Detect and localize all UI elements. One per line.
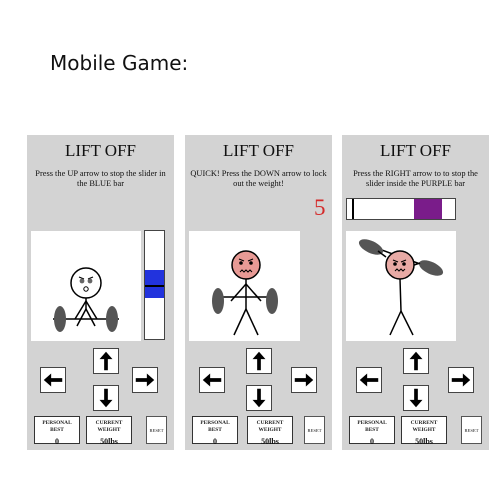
game-title: LIFT OFF: [64, 141, 136, 160]
horizontal-slider-track: [346, 198, 456, 220]
slider-marker: [352, 199, 354, 219]
personal-best-box: PERSONAL BEST 0: [349, 416, 395, 446]
countdown-timer: 5: [314, 195, 326, 220]
down-arrow-button[interactable]: [403, 385, 429, 411]
personal-best-value: 0: [213, 437, 217, 446]
personal-best-box: PERSONAL BEST 0: [192, 416, 238, 446]
current-weight-label: CURRENT WEIGHT: [256, 420, 284, 433]
reset-button[interactable]: RESET: [146, 416, 167, 444]
personal-best-value: 0: [55, 437, 59, 446]
right-arrow-button[interactable]: [448, 367, 474, 393]
right-arrow-button[interactable]: [132, 367, 158, 393]
slider-marker: [145, 285, 164, 287]
lifter-stage: [189, 231, 300, 341]
up-arrow-button[interactable]: [403, 348, 429, 374]
up-arrow-button[interactable]: [93, 348, 119, 374]
current-weight-value: 50lbs: [415, 437, 433, 446]
personal-best-box: PERSONAL BEST 0: [34, 416, 80, 446]
current-weight-label: CURRENT WEIGHT: [95, 420, 123, 433]
personal-best-label: PERSONAL BEST: [200, 420, 230, 433]
left-arrow-icon: [359, 373, 379, 387]
instruction-text: Press the UP arrow to stop the slider in…: [35, 169, 166, 188]
left-arrow-icon: [202, 373, 222, 387]
left-arrow-button[interactable]: [356, 367, 382, 393]
game-screen-3: LIFT OFF Press the RIGHT arrow to to sto…: [342, 135, 489, 450]
vertical-slider-track: [144, 230, 165, 340]
stick-lifter-clean: [212, 250, 278, 336]
up-arrow-icon: [409, 351, 423, 371]
lifter-stage: [346, 231, 456, 341]
reset-button[interactable]: RESET: [461, 416, 482, 444]
down-arrow-button[interactable]: [246, 385, 272, 411]
instruction-text: QUICK! Press the DOWN arrow to lock out …: [190, 169, 327, 188]
lifter-stage: [31, 231, 141, 341]
stick-lifter-squat: [53, 267, 119, 332]
game-screen-1: LIFT OFF Press the UP arrow to stop the …: [27, 135, 174, 450]
current-weight-box: CURRENT WEIGHT 50lbs: [86, 416, 132, 446]
right-arrow-button[interactable]: [291, 367, 317, 393]
down-arrow-icon: [252, 388, 266, 408]
down-arrow-icon: [99, 388, 113, 408]
current-weight-box: CURRENT WEIGHT 50lbs: [401, 416, 447, 446]
current-weight-value: 50lbs: [100, 437, 118, 446]
down-arrow-button[interactable]: [93, 385, 119, 411]
purple-target-bar: [414, 199, 442, 219]
stick-lifter-overhead: [358, 239, 444, 336]
up-arrow-icon: [99, 351, 113, 371]
page-caption: Mobile Game:: [50, 51, 189, 75]
left-arrow-button[interactable]: [199, 367, 225, 393]
up-arrow-icon: [252, 351, 266, 371]
blue-target-bar: [145, 270, 164, 298]
current-weight-box: CURRENT WEIGHT 50lbs: [247, 416, 293, 446]
game-title: LIFT OFF: [222, 141, 294, 160]
current-weight-label: CURRENT WEIGHT: [410, 420, 438, 433]
personal-best-label: PERSONAL BEST: [357, 420, 387, 433]
up-arrow-button[interactable]: [246, 348, 272, 374]
reset-button[interactable]: RESET: [304, 416, 325, 444]
right-arrow-icon: [135, 373, 155, 387]
down-arrow-icon: [409, 388, 423, 408]
current-weight-value: 50lbs: [261, 437, 279, 446]
game-title: LIFT OFF: [379, 141, 451, 160]
personal-best-value: 0: [370, 437, 374, 446]
left-arrow-button[interactable]: [40, 367, 66, 393]
personal-best-label: PERSONAL BEST: [42, 420, 72, 433]
game-screen-2: LIFT OFF QUICK! Press the DOWN arrow to …: [185, 135, 332, 450]
left-arrow-icon: [43, 373, 63, 387]
right-arrow-icon: [294, 373, 314, 387]
right-arrow-icon: [451, 373, 471, 387]
instruction-text: Press the RIGHT arrow to to stop the sli…: [353, 169, 478, 188]
